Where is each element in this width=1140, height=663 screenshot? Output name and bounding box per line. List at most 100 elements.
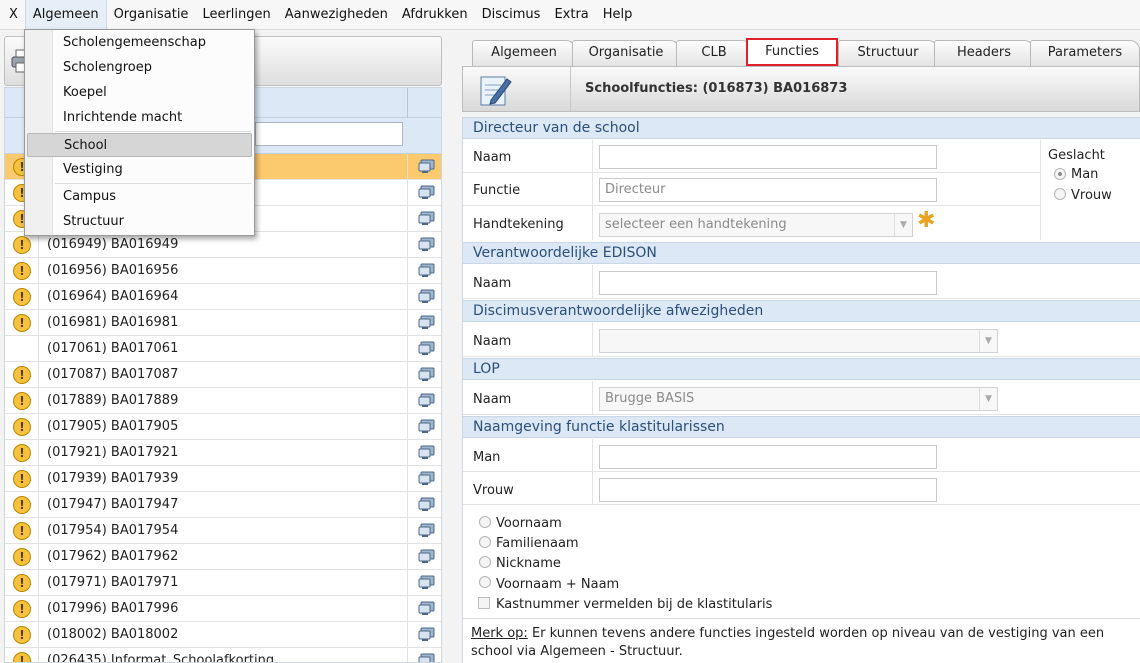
table-row[interactable]: ! (016956) BA016956 xyxy=(5,258,441,284)
menu-item-campus[interactable]: Campus xyxy=(27,185,252,209)
menubar: X Algemeen Organisatie Leerlingen Aanwez… xyxy=(0,0,1140,30)
kastnummer-checkbox[interactable] xyxy=(478,597,490,609)
tab-headers[interactable]: Headers xyxy=(934,40,1034,66)
warning-icon: ! xyxy=(13,314,31,332)
monitor-icon[interactable] xyxy=(418,237,435,252)
section-lop: LOP xyxy=(463,358,1140,380)
menu-item-school[interactable]: School xyxy=(27,133,252,157)
tab-structuur[interactable]: Structuur xyxy=(838,40,938,66)
monitor-icon[interactable] xyxy=(418,289,435,304)
school-name: (016981) BA016981 xyxy=(47,315,179,330)
table-row[interactable]: ! (017939) BA017939 xyxy=(5,466,441,492)
menu-item-scholengroep[interactable]: Scholengroep xyxy=(27,56,252,80)
klastitularis-man-input[interactable] xyxy=(599,445,937,469)
school-name: (017889) BA017889 xyxy=(47,393,179,408)
section-edison: Verantwoordelijke EDISON xyxy=(463,242,1140,264)
algemeen-dropdown: Scholengemeenschap Scholengroep Koepel I… xyxy=(24,29,255,236)
table-row[interactable]: ! (017971) BA017971 xyxy=(5,570,441,596)
monitor-icon[interactable] xyxy=(418,263,435,278)
table-row[interactable]: ! (017921) BA017921 xyxy=(5,440,441,466)
option-voornaam-naam-radio[interactable] xyxy=(479,576,491,588)
directeur-functie-input[interactable]: Directeur xyxy=(599,178,937,202)
menu-item-scholengemeenschap[interactable]: Scholengemeenschap xyxy=(27,31,252,55)
klastitularis-vrouw-input[interactable] xyxy=(599,478,937,502)
school-name: (018002) BA018002 xyxy=(47,627,179,642)
monitor-icon[interactable] xyxy=(418,653,435,663)
menu-aanwezigheden[interactable]: Aanwezigheden xyxy=(278,0,395,30)
menu-item-koepel[interactable]: Koepel xyxy=(27,81,252,105)
geslacht-vrouw-label: Vrouw xyxy=(1071,188,1112,203)
warning-icon: ! xyxy=(13,392,31,410)
table-row[interactable]: ! (018002) BA018002 xyxy=(5,622,441,648)
option-familienaam-radio[interactable] xyxy=(479,536,491,548)
menu-extra[interactable]: Extra xyxy=(547,0,595,30)
menu-close[interactable]: X xyxy=(2,0,25,30)
table-row[interactable]: (017061) BA017061 xyxy=(5,336,441,362)
monitor-icon[interactable] xyxy=(418,471,435,486)
discimus-naam-label: Naam xyxy=(473,334,512,349)
menu-item-inrichtende-macht[interactable]: Inrichtende macht xyxy=(27,106,252,130)
table-row[interactable]: ! (017889) BA017889 xyxy=(5,388,441,414)
option-voornaam-label: Voornaam xyxy=(496,516,562,531)
tab-clb[interactable]: CLB xyxy=(676,40,752,66)
monitor-icon[interactable] xyxy=(418,341,435,356)
table-row[interactable]: ! (017947) BA017947 xyxy=(5,492,441,518)
monitor-icon[interactable] xyxy=(418,601,435,616)
filter-input[interactable] xyxy=(255,122,403,146)
monitor-icon[interactable] xyxy=(418,497,435,512)
geslacht-vrouw-radio[interactable] xyxy=(1054,188,1066,200)
tab-organisatie[interactable]: Organisatie xyxy=(572,40,680,66)
monitor-icon[interactable] xyxy=(418,627,435,642)
table-row[interactable]: ! (017996) BA017996 xyxy=(5,596,441,622)
menu-algemeen[interactable]: Algemeen xyxy=(24,0,107,30)
section-klastitularissen: Naamgeving functie klastitularissen xyxy=(463,416,1140,438)
school-name: (016964) BA016964 xyxy=(47,289,179,304)
monitor-icon[interactable] xyxy=(418,445,435,460)
warning-icon: ! xyxy=(13,262,31,280)
menu-help[interactable]: Help xyxy=(596,0,640,30)
discimus-naam-select[interactable]: ▼ xyxy=(599,329,998,353)
table-row[interactable]: ! (017087) BA017087 xyxy=(5,362,441,388)
warning-icon: ! xyxy=(13,418,31,436)
menu-organisatie[interactable]: Organisatie xyxy=(107,0,196,30)
monitor-icon[interactable] xyxy=(418,159,435,174)
table-row[interactable]: ! (016964) BA016964 xyxy=(5,284,441,310)
table-row[interactable]: ! (026435) Informat_Schoolafkorting xyxy=(5,648,441,663)
school-name: (017954) BA017954 xyxy=(47,523,179,538)
option-nickname-radio[interactable] xyxy=(479,556,491,568)
menu-item-vestiging[interactable]: Vestiging xyxy=(27,158,252,182)
school-name: (017947) BA017947 xyxy=(47,497,179,512)
monitor-icon[interactable] xyxy=(418,185,435,200)
school-name: (017087) BA017087 xyxy=(47,367,179,382)
warning-icon: ! xyxy=(13,496,31,514)
table-row[interactable]: ! (016981) BA016981 xyxy=(5,310,441,336)
monitor-icon[interactable] xyxy=(418,419,435,434)
table-row[interactable]: ! (017954) BA017954 xyxy=(5,518,441,544)
geslacht-man-radio[interactable] xyxy=(1054,168,1066,180)
option-voornaam-radio[interactable] xyxy=(479,516,491,528)
lop-naam-select[interactable]: Brugge BASIS ▼ xyxy=(599,387,998,411)
menu-afdrukken[interactable]: Afdrukken xyxy=(395,0,475,30)
monitor-icon[interactable] xyxy=(418,549,435,564)
monitor-icon[interactable] xyxy=(418,575,435,590)
tab-parameters[interactable]: Parameters xyxy=(1030,40,1140,66)
section-directeur: Directeur van de school xyxy=(463,117,1140,139)
school-name: (026435) Informat_Schoolafkorting xyxy=(47,653,275,663)
menu-item-structuur[interactable]: Structuur xyxy=(27,210,252,234)
tab-algemeen[interactable]: Algemeen xyxy=(472,40,576,66)
monitor-icon[interactable] xyxy=(418,367,435,382)
monitor-icon[interactable] xyxy=(418,211,435,226)
monitor-icon[interactable] xyxy=(418,393,435,408)
monitor-icon[interactable] xyxy=(418,523,435,538)
edison-naam-input[interactable] xyxy=(599,271,937,295)
handtekening-select[interactable]: selecteer een handtekening ▼ xyxy=(599,213,913,237)
monitor-icon[interactable] xyxy=(418,315,435,330)
menu-leerlingen[interactable]: Leerlingen xyxy=(195,0,277,30)
directeur-naam-input[interactable] xyxy=(599,145,937,169)
table-row[interactable]: ! (017962) BA017962 xyxy=(5,544,441,570)
table-row[interactable]: ! (017905) BA017905 xyxy=(5,414,441,440)
warning-icon: ! xyxy=(13,236,31,254)
menu-discimus[interactable]: Discimus xyxy=(475,0,548,30)
school-name: (017061) BA017061 xyxy=(47,341,179,356)
tab-functies[interactable]: Functies xyxy=(746,38,838,66)
